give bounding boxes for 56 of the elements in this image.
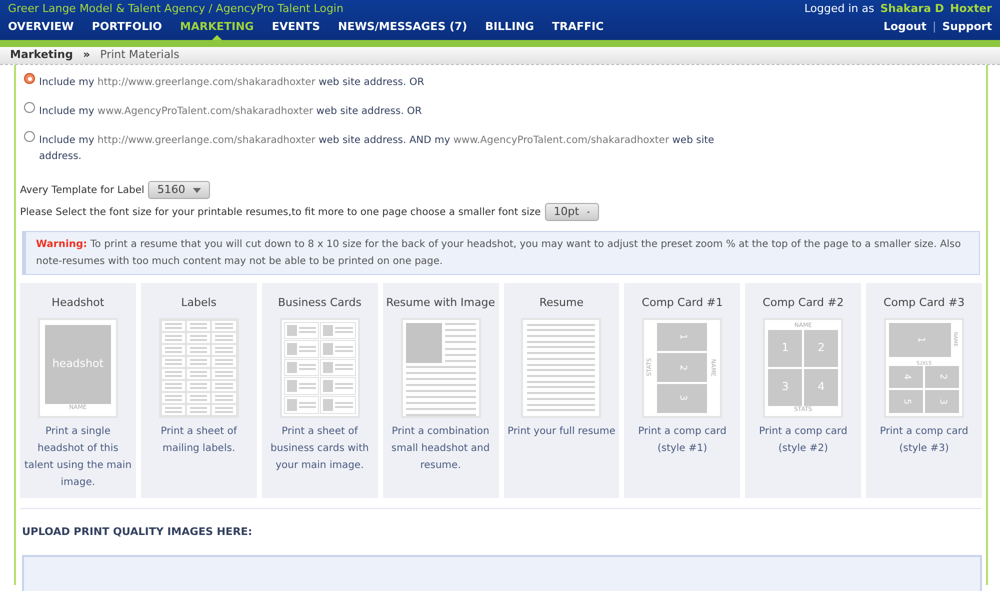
logged-in-label: Logged in as [804, 1, 874, 17]
card-description: Print a sheet of mailing labels. [160, 424, 238, 456]
template-thumbnail[interactable] [400, 318, 481, 418]
nav-tab[interactable]: OVERVIEW [8, 18, 74, 36]
template-thumbnail[interactable] [280, 318, 360, 418]
link-separator: | [932, 19, 936, 35]
template-card[interactable]: Labels Print a sheet of mailing labels. [140, 283, 257, 498]
user-last-name[interactable]: Hoxter [950, 0, 992, 18]
template-card[interactable]: Business Cards Print a sheet of business cards with your main image. [262, 283, 378, 498]
nav-tab[interactable]: NEWS/MESSAGES (7) [338, 18, 468, 36]
card-title: Resume with Image [386, 295, 495, 311]
option-text: Include my http://www.greerlange.com/shakaradhoxter web site address. OR [39, 76, 424, 90]
field-label: Avery Template for Label [20, 184, 144, 198]
card-description: Print a comp card (style #1) [637, 424, 728, 456]
breadcrumb-link[interactable]: Marketing [10, 47, 74, 64]
card-description: Print a sheet of business cards with your main image. [270, 424, 370, 472]
caret-icon [193, 188, 202, 192]
card-title: Headshot [52, 295, 104, 311]
template-thumbnail[interactable] [158, 318, 239, 418]
section-heading: UPLOAD PRINT QUALITY IMAGES HERE: [22, 526, 252, 538]
card-title: Comp Card #3 [884, 295, 965, 311]
site-title: Greer Lange Model & Talent Agency / AgencyPro Talent Login [8, 1, 344, 17]
card-description: Print a comp card (style #2) [758, 424, 848, 456]
dropdown[interactable]: 5160 [148, 181, 210, 199]
nav-tab[interactable]: PORTFOLIO [92, 18, 162, 36]
template-card[interactable]: Resume with Image Print a combination small headshot and resume. [382, 283, 498, 498]
card-title: Labels [181, 295, 217, 311]
breadcrumb-current: Print Materials [100, 47, 180, 64]
nav-tab[interactable]: TRAFFIC [552, 18, 604, 36]
card-description: Print a combination small headshot and resume. [390, 424, 491, 472]
dropdown[interactable]: 10pt [544, 203, 599, 221]
nav-tab[interactable]: EVENTS [272, 18, 320, 36]
radio-button[interactable] [24, 131, 35, 142]
user-first-name[interactable]: Shakara D [880, 0, 944, 18]
radio-button[interactable] [24, 73, 35, 84]
card-title: Business Cards [278, 295, 362, 311]
card-title: Resume [539, 295, 584, 311]
template-thumbnail[interactable] [521, 318, 602, 418]
radio-button[interactable] [24, 102, 35, 113]
option-text: Include my http://www.greerlange.com/shakaradhoxter web site address. AND my www.AgencyProTalent.com/shakaradhoxter web site address. [39, 134, 716, 164]
placeholder-text: headshot [52, 356, 104, 372]
selected-pointer-icon [212, 35, 222, 40]
card-title: Comp Card #2 [762, 295, 844, 311]
field-label: Please Select the font size for your printable resumes,to fit more to one page choose a smaller font size [20, 206, 541, 220]
warning-text: Warning: To print a resume that you will cut down to 8 x 10 size for the back of your headshot, you may want to adjust the preset zoom % at the top of the page to a smaller size. Also note-resumes with too much content may not be able to be printed on one page. [36, 238, 962, 269]
card-title: Comp Card #1 [642, 295, 723, 311]
card-description: Print your full resume [507, 424, 616, 438]
nav-tab[interactable]: BILLING [485, 18, 534, 36]
nav-tab[interactable]: MARKETING [180, 18, 254, 36]
option-text: Include my www.AgencyProTalent.com/shakaradhoxter web site address. OR [39, 105, 422, 119]
template-card[interactable]: Resume Print your full resume [504, 283, 620, 498]
card-description: Print a single headshot of this talent using the main image. [23, 424, 133, 490]
breadcrumb-separator: » [83, 47, 90, 64]
support-link[interactable]: Support [942, 18, 992, 36]
logout-link[interactable]: Logout [883, 18, 927, 36]
card-description: Print a comp card (style #3) [878, 424, 970, 456]
